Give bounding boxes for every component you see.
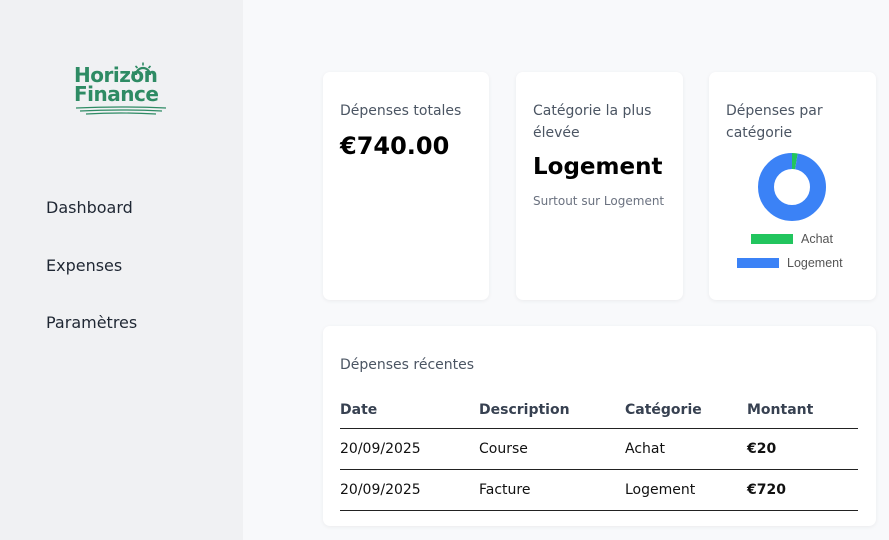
card-recent-expenses: Dépenses récentes Date Description Catég… [323,326,876,526]
legend-label: Logement [787,256,843,270]
donut-slice-logement[interactable] [758,153,826,221]
nav-item-dashboard[interactable]: Dashboard [46,198,133,217]
card-by-category-label: Dépenses par catégorie [726,103,823,141]
table-row[interactable]: 20/09/2025 Facture Logement €720 [340,469,858,511]
legend-swatch [737,258,779,268]
cell-category: Logement [625,469,747,511]
cell-amount: €20 [747,428,858,470]
sidebar: Horizon Finance Dashboard Expenses Param… [0,0,243,540]
cell-amount: €720 [747,469,858,511]
legend-label: Achat [801,232,833,246]
card-total-value: €740.00 [340,132,450,160]
legend-item-achat[interactable]: Achat [751,232,833,246]
nav-item-parametres[interactable]: Paramètres [46,313,137,332]
waves-icon [76,106,166,115]
recent-expenses-table: Date Description Catégorie Montant 20/09… [340,392,858,511]
recent-expenses-title: Dépenses récentes [340,357,475,373]
card-total-label: Dépenses totales [340,103,462,119]
main-content: Dépenses totales €740.00 Catégorie la pl… [243,0,889,540]
card-top-category-note: Surtout sur Logement [533,194,665,208]
card-top-category: Catégorie la plus élevée Logement Surtou… [516,72,683,300]
table-row[interactable]: 20/09/2025 Course Achat €20 [340,428,858,470]
nav-item-expenses[interactable]: Expenses [46,256,122,275]
card-top-category-label: Catégorie la plus élevée [533,103,652,141]
card-top-category-value: Logement [533,154,663,180]
cell-description: Facture [479,469,625,511]
category-donut-chart[interactable] [757,152,827,222]
cell-date: 20/09/2025 [340,428,479,470]
brand-logo[interactable]: Horizon Finance [73,62,169,120]
cell-date: 20/09/2025 [340,469,479,511]
column-header-description: Description [479,392,625,429]
table-header-row: Date Description Catégorie Montant [340,392,858,429]
cell-category: Achat [625,428,747,470]
legend-item-logement[interactable]: Logement [737,256,843,270]
brand-name-line2: Finance [74,82,159,106]
card-by-category: Dépenses par catégorie Achat Logement [709,72,876,300]
card-total-expenses: Dépenses totales €740.00 [323,72,489,300]
cell-description: Course [479,428,625,470]
legend-swatch [751,234,793,244]
column-header-amount: Montant [747,392,858,429]
column-header-category: Catégorie [625,392,747,429]
column-header-date: Date [340,392,479,429]
